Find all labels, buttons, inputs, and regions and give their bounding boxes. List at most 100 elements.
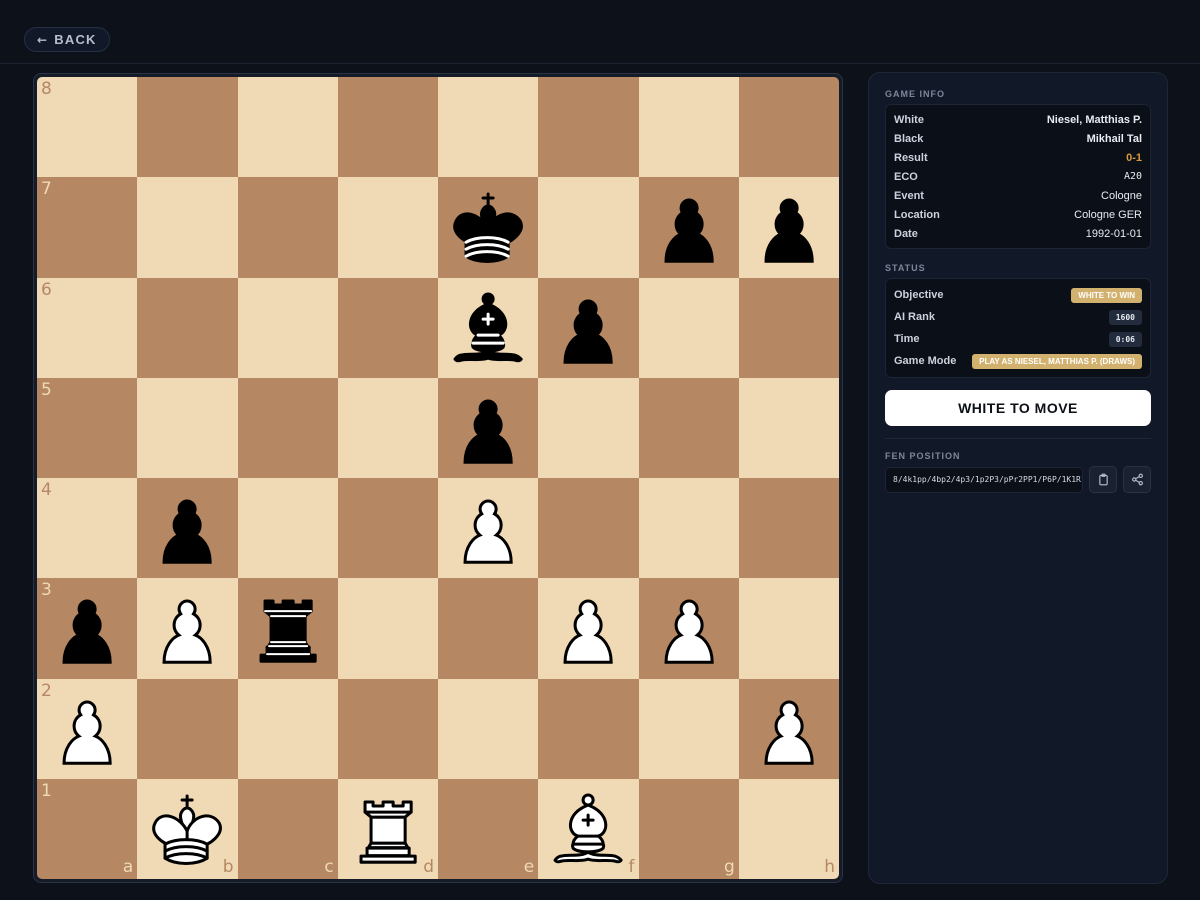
square-c8[interactable]: [237, 77, 338, 178]
square-h2[interactable]: [738, 678, 839, 779]
square-d2[interactable]: [337, 678, 438, 779]
square-a3[interactable]: 3: [37, 578, 138, 679]
black-bishop-e6[interactable]: [438, 278, 538, 378]
black-pawn-g7[interactable]: [639, 177, 739, 277]
square-e4[interactable]: [438, 478, 539, 579]
square-e2[interactable]: [438, 678, 539, 779]
square-f3[interactable]: [538, 578, 639, 679]
square-g6[interactable]: [638, 277, 739, 378]
square-h5[interactable]: [738, 377, 839, 478]
white-pawn-b3[interactable]: [137, 578, 237, 678]
square-h3[interactable]: [738, 578, 839, 679]
square-e1[interactable]: e: [438, 778, 539, 879]
white-rook-d1[interactable]: [338, 779, 438, 879]
back-button[interactable]: ← BACK: [24, 27, 110, 52]
square-g1[interactable]: g: [638, 778, 739, 879]
square-c1[interactable]: c: [237, 778, 338, 879]
square-d6[interactable]: [337, 277, 438, 378]
white-pawn-a2[interactable]: [37, 679, 137, 779]
divider: [885, 438, 1151, 439]
square-a2[interactable]: 2: [37, 678, 138, 779]
square-c5[interactable]: [237, 377, 338, 478]
square-b7[interactable]: [137, 177, 238, 278]
square-g3[interactable]: [638, 578, 739, 679]
square-f4[interactable]: [538, 478, 639, 579]
white-bishop-f1[interactable]: [538, 779, 638, 879]
white-pawn-g3[interactable]: [639, 578, 739, 678]
share-button[interactable]: [1123, 466, 1151, 493]
square-f6[interactable]: [538, 277, 639, 378]
square-h6[interactable]: [738, 277, 839, 378]
square-g7[interactable]: [638, 177, 739, 278]
square-b1[interactable]: b: [137, 778, 238, 879]
white-pawn-h2[interactable]: [739, 679, 839, 779]
black-pawn-f6[interactable]: [538, 278, 638, 378]
square-a1[interactable]: 1a: [37, 778, 138, 879]
white-to-move-button[interactable]: WHITE TO MOVE: [885, 390, 1151, 426]
info-row-event: Event Cologne: [894, 186, 1142, 205]
square-c7[interactable]: [237, 177, 338, 278]
square-c4[interactable]: [237, 478, 338, 579]
black-king-e7[interactable]: [438, 177, 538, 277]
square-g2[interactable]: [638, 678, 739, 779]
square-b8[interactable]: [137, 77, 238, 178]
square-d8[interactable]: [337, 77, 438, 178]
chess-board[interactable]: 87 6 543 21ab c d e f g h: [37, 77, 839, 879]
square-c2[interactable]: [237, 678, 338, 779]
square-b4[interactable]: [137, 478, 238, 579]
square-d4[interactable]: [337, 478, 438, 579]
square-e3[interactable]: [438, 578, 539, 679]
square-c6[interactable]: [237, 277, 338, 378]
square-d5[interactable]: [337, 377, 438, 478]
square-h8[interactable]: [738, 77, 839, 178]
square-a7[interactable]: 7: [37, 177, 138, 278]
fen-row: 8/4k1pp/4bp2/4p3/1p2P3/pPr2PP1/P6P/1K1R1…: [885, 466, 1151, 493]
square-a4[interactable]: 4: [37, 478, 138, 579]
square-h4[interactable]: [738, 478, 839, 579]
square-g5[interactable]: [638, 377, 739, 478]
white-pawn-e4[interactable]: [438, 478, 538, 578]
square-c3[interactable]: [237, 578, 338, 679]
result-value: 0-1: [1126, 151, 1142, 164]
objective-badge: WHITE TO WIN: [1071, 287, 1142, 303]
square-e8[interactable]: [438, 77, 539, 178]
black-pawn-e5[interactable]: [438, 378, 538, 478]
square-f7[interactable]: [538, 177, 639, 278]
square-g8[interactable]: [638, 77, 739, 178]
info-value: Cologne: [1101, 189, 1142, 202]
square-d3[interactable]: [337, 578, 438, 679]
square-a5[interactable]: 5: [37, 377, 138, 478]
file-label-e: e: [523, 857, 535, 877]
square-d7[interactable]: [337, 177, 438, 278]
black-rook-c3[interactable]: [238, 578, 338, 678]
square-f2[interactable]: [538, 678, 639, 779]
square-f5[interactable]: [538, 377, 639, 478]
square-d1[interactable]: d: [337, 778, 438, 879]
black-pawn-b4[interactable]: [137, 478, 237, 578]
square-g4[interactable]: [638, 478, 739, 579]
square-b2[interactable]: [137, 678, 238, 779]
square-e5[interactable]: [438, 377, 539, 478]
fen-title: FEN POSITION: [885, 451, 961, 461]
fen-input[interactable]: 8/4k1pp/4bp2/4p3/1p2P3/pPr2PP1/P6P/1K1R1…: [885, 466, 1084, 493]
square-h1[interactable]: h: [738, 778, 839, 879]
square-e7[interactable]: [438, 177, 539, 278]
info-label: Date: [894, 227, 918, 240]
game-info-title: GAME INFO: [885, 89, 945, 99]
square-b3[interactable]: [137, 578, 238, 679]
side-panel: GAME INFO White Niesel, Matthias P. Blac…: [868, 72, 1168, 884]
black-pawn-a3[interactable]: [37, 578, 137, 678]
square-f1[interactable]: f: [538, 778, 639, 879]
square-a6[interactable]: 6: [37, 277, 138, 378]
square-b5[interactable]: [137, 377, 238, 478]
square-b6[interactable]: [137, 277, 238, 378]
square-f8[interactable]: [538, 77, 639, 178]
black-pawn-h7[interactable]: [739, 177, 839, 277]
square-a8[interactable]: 8: [37, 77, 138, 178]
file-label-h: h: [824, 857, 835, 877]
square-h7[interactable]: [738, 177, 839, 278]
white-king-b1[interactable]: [137, 779, 237, 879]
square-e6[interactable]: [438, 277, 539, 378]
white-pawn-f3[interactable]: [538, 578, 638, 678]
copy-fen-button[interactable]: [1089, 466, 1118, 493]
